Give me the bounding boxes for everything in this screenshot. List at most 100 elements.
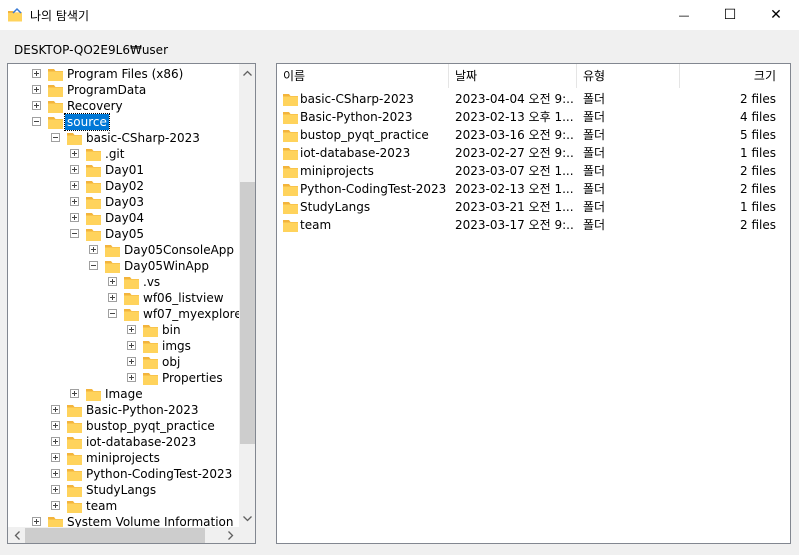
tree-item[interactable]: source [8,113,239,131]
folder-icon [86,213,101,225]
tree-item[interactable]: .vs [8,274,239,290]
tree-item[interactable]: .git [8,146,239,162]
scroll-up-arrow-icon[interactable] [239,64,255,81]
tree-item[interactable]: ProgramData [8,82,239,98]
list-item[interactable]: iot-database-2023 2023-02-27 오전 9:... 폴더 1 … [277,144,790,162]
expand-plus-icon[interactable] [108,293,117,302]
scroll-left-arrow-icon[interactable] [8,527,25,543]
tree-vertical-scroll-thumb[interactable] [240,182,255,444]
tree-item[interactable]: StudyLangs [8,482,239,498]
tree-item[interactable]: Image [8,386,239,402]
list-cell-date: 2023-04-04 오전 9:... [455,92,573,106]
file-list-view[interactable]: 이름 날짜 유형 크기 basic-CSharp-2023 2023-04-04 … [276,63,791,544]
tree-item[interactable]: System Volume Information [8,514,239,527]
close-button[interactable]: ✕ [753,0,799,30]
expand-plus-icon[interactable] [127,373,136,382]
column-header-date[interactable]: 날짜 [449,64,577,88]
expand-plus-icon[interactable] [51,421,60,430]
maximize-button[interactable]: ☐ [707,0,753,30]
expand-plus-icon[interactable] [70,165,79,174]
tree-item-label: obj [162,355,181,369]
collapse-minus-icon[interactable] [108,309,117,318]
expand-plus-icon[interactable] [70,197,79,206]
tree-item[interactable]: wf07_myexplorer [8,306,239,322]
tree-item[interactable]: team [8,498,239,514]
expand-plus-icon[interactable] [32,517,41,526]
list-item[interactable]: team 2023-03-17 오전 9:... 폴더 2 files [277,216,790,234]
tree-item[interactable]: miniprojects [8,450,239,466]
tree-item[interactable]: Day03 [8,194,239,210]
list-cell-size: 4 files [740,110,776,124]
tree-item[interactable]: Recovery [8,98,239,114]
folder-tree[interactable]: Program Files (x86) ProgramData Recovery so… [7,63,256,544]
tree-item[interactable]: Day05WinApp [8,258,239,274]
folder-icon [143,341,158,353]
folder-icon [67,485,82,497]
expand-plus-icon[interactable] [51,437,60,446]
list-cell-type: 폴더 [583,200,606,214]
minimize-button[interactable]: — [661,0,707,30]
list-item[interactable]: bustop_pyqt_practice 2023-03-16 오전 9:... 폴… [277,126,790,144]
expand-plus-icon[interactable] [127,341,136,350]
tree-item[interactable]: wf06_listview [8,290,239,306]
tree-item[interactable]: Properties [8,370,239,386]
tree-item-label: Program Files (x86) [67,67,184,81]
folder-icon [124,293,139,305]
tree-item[interactable]: Day01 [8,162,239,178]
scroll-right-arrow-icon[interactable] [222,527,239,543]
expand-plus-icon[interactable] [127,325,136,334]
expand-plus-icon[interactable] [51,501,60,510]
expand-plus-icon[interactable] [70,213,79,222]
list-item[interactable]: Python-CodingTest-2023 2023-02-13 오전 1...… [277,180,790,198]
tree-item[interactable]: obj [8,354,239,370]
column-header-name[interactable]: 이름 [277,64,449,88]
expand-plus-icon[interactable] [108,277,117,286]
expand-plus-icon[interactable] [127,357,136,366]
collapse-minus-icon[interactable] [89,261,98,270]
tree-item[interactable]: basic-CSharp-2023 [8,130,239,146]
expand-plus-icon[interactable] [51,453,60,462]
list-item[interactable]: StudyLangs 2023-03-21 오전 1... 폴더 1 files [277,198,790,216]
close-icon: ✕ [770,7,782,23]
tree-item[interactable]: Day05ConsoleApp [8,242,239,258]
tree-item[interactable]: bin [8,322,239,338]
scroll-down-arrow-icon[interactable] [239,510,255,527]
collapse-minus-icon[interactable] [70,229,79,238]
tree-item[interactable]: Basic-Python-2023 [8,402,239,418]
expand-plus-icon[interactable] [51,485,60,494]
tree-item-label: .vs [143,275,161,289]
list-item[interactable]: Basic-Python-2023 2023-02-13 오후 1... 폴더 4 f… [277,108,790,126]
list-cell-type: 폴더 [583,182,606,196]
expand-plus-icon[interactable] [32,69,41,78]
expand-plus-icon[interactable] [70,149,79,158]
tree-item[interactable]: iot-database-2023 [8,434,239,450]
tree-item[interactable]: Program Files (x86) [8,66,239,82]
list-cell-size: 1 files [740,146,776,160]
expand-plus-icon[interactable] [70,389,79,398]
tree-item[interactable]: Day02 [8,178,239,194]
expand-plus-icon[interactable] [32,101,41,110]
tree-item-label: StudyLangs [86,483,157,497]
expand-plus-icon[interactable] [89,245,98,254]
expand-plus-icon[interactable] [51,469,60,478]
tree-item-label: Day05ConsoleApp [124,243,235,257]
list-item[interactable]: miniprojects 2023-03-07 오전 1... 폴더 2 files [277,162,790,180]
expand-plus-icon[interactable] [32,85,41,94]
tree-item[interactable]: Day04 [8,210,239,226]
column-header-type[interactable]: 유형 [577,64,680,88]
expand-plus-icon[interactable] [70,181,79,190]
expand-plus-icon[interactable] [51,405,60,414]
tree-horizontal-scroll-thumb[interactable] [25,528,205,543]
tree-item[interactable]: Day05 [8,226,239,242]
tree-item[interactable]: bustop_pyqt_practice [8,418,239,434]
list-cell-type: 폴더 [583,92,606,106]
list-item[interactable]: basic-CSharp-2023 2023-04-04 오전 9:... 폴더 2 … [277,90,790,108]
tree-vertical-scrollbar[interactable] [239,64,255,527]
tree-item[interactable]: Python-CodingTest-2023 [8,466,239,482]
tree-item[interactable]: imgs [8,338,239,354]
collapse-minus-icon[interactable] [51,133,60,142]
tree-horizontal-scrollbar[interactable] [8,527,239,543]
collapse-minus-icon[interactable] [32,117,41,126]
list-cell-date: 2023-02-27 오전 9:... [455,146,573,160]
column-header-size[interactable]: 크기 [680,64,782,88]
